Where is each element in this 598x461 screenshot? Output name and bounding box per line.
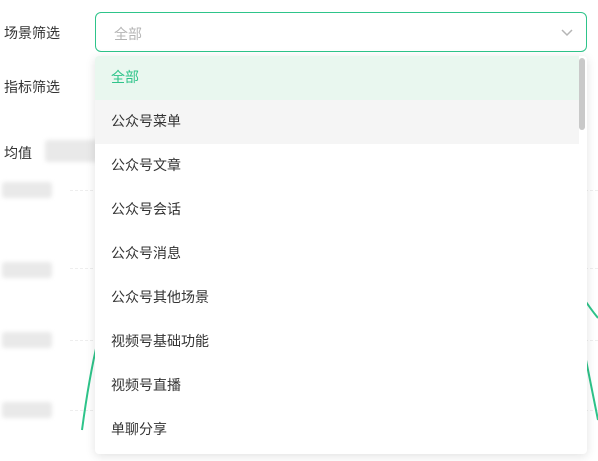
dropdown-option[interactable]: 单聊分享 [95,408,579,452]
dropdown-option[interactable]: 全部 [95,56,579,100]
dropdown-scrollbar[interactable] [579,58,585,130]
scene-select[interactable]: 全部 [95,12,587,52]
analytics-page: 场景筛选 指标筛选 均值 全部 全部 公众号菜单 公众号文章 公众号会话 公众号… [0,0,598,461]
scene-select-value: 全部 [114,27,142,43]
dropdown-option[interactable]: 公众号菜单 [95,100,579,144]
dropdown-option[interactable]: 公众号会话 [95,188,579,232]
dropdown-option[interactable]: 公众号其他场景 [95,276,579,320]
dropdown-option[interactable]: 公众号消息 [95,232,579,276]
scene-dropdown-menu: 全部 公众号菜单 公众号文章 公众号会话 公众号消息 公众号其他场景 视频号基础… [95,56,587,454]
dropdown-option[interactable]: 视频号直播 [95,364,579,408]
chevron-down-icon [561,29,573,37]
dropdown-option-list: 全部 公众号菜单 公众号文章 公众号会话 公众号消息 公众号其他场景 视频号基础… [95,56,579,452]
dropdown-option[interactable]: 公众号文章 [95,144,579,188]
dropdown-option[interactable]: 视频号基础功能 [95,320,579,364]
